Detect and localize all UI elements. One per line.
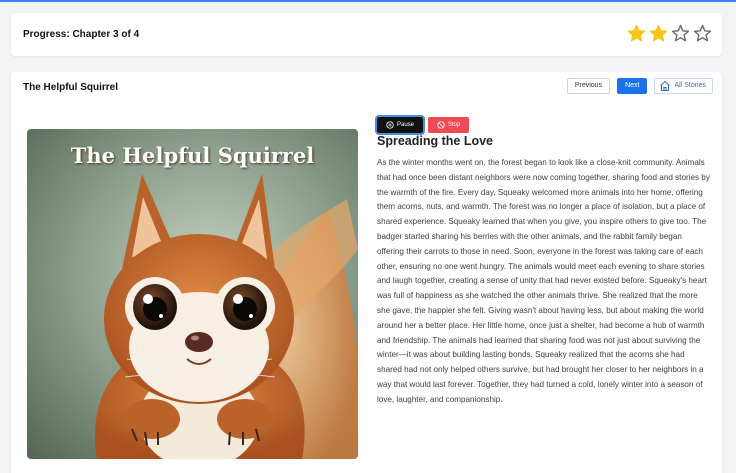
squirrel-illustration: [27, 129, 358, 459]
progress-card: Progress: Chapter 3 of 4: [11, 13, 722, 56]
previous-button[interactable]: Previous: [566, 78, 611, 94]
top-accent-line: [0, 0, 736, 2]
stop-label: Stop: [447, 122, 461, 128]
star-icon-3[interactable]: [671, 24, 690, 43]
story-card: The Helpful Squirrel Previous Next All S…: [11, 72, 722, 473]
pause-icon: [386, 121, 394, 129]
story-title: The Helpful Squirrel: [23, 82, 119, 93]
stop-icon: [437, 121, 445, 129]
chapter-heading: Spreading the Love: [377, 134, 493, 148]
all-stories-label: All Stories: [674, 82, 706, 89]
chapter-text: As the winter months went on, the forest…: [377, 158, 710, 404]
progress-label: Progress: Chapter 3 of 4: [23, 29, 140, 40]
illustration-title: The Helpful Squirrel: [70, 143, 315, 168]
story-illustration: The Helpful Squirrel: [27, 129, 358, 459]
star-icon-4[interactable]: [693, 24, 712, 43]
pause-button[interactable]: Pause: [375, 115, 425, 135]
home-icon: [660, 80, 671, 91]
star-rating[interactable]: [627, 24, 712, 43]
next-button[interactable]: Next: [617, 78, 648, 94]
audio-controls: Pause Stop: [375, 115, 469, 135]
pause-label: Pause: [396, 122, 414, 128]
stop-button[interactable]: Stop: [428, 117, 469, 133]
star-icon-1[interactable]: [627, 24, 646, 43]
star-icon-2[interactable]: [649, 24, 668, 43]
all-stories-button[interactable]: All Stories: [654, 78, 713, 94]
story-navigation: Previous Next All Stories: [566, 78, 713, 94]
